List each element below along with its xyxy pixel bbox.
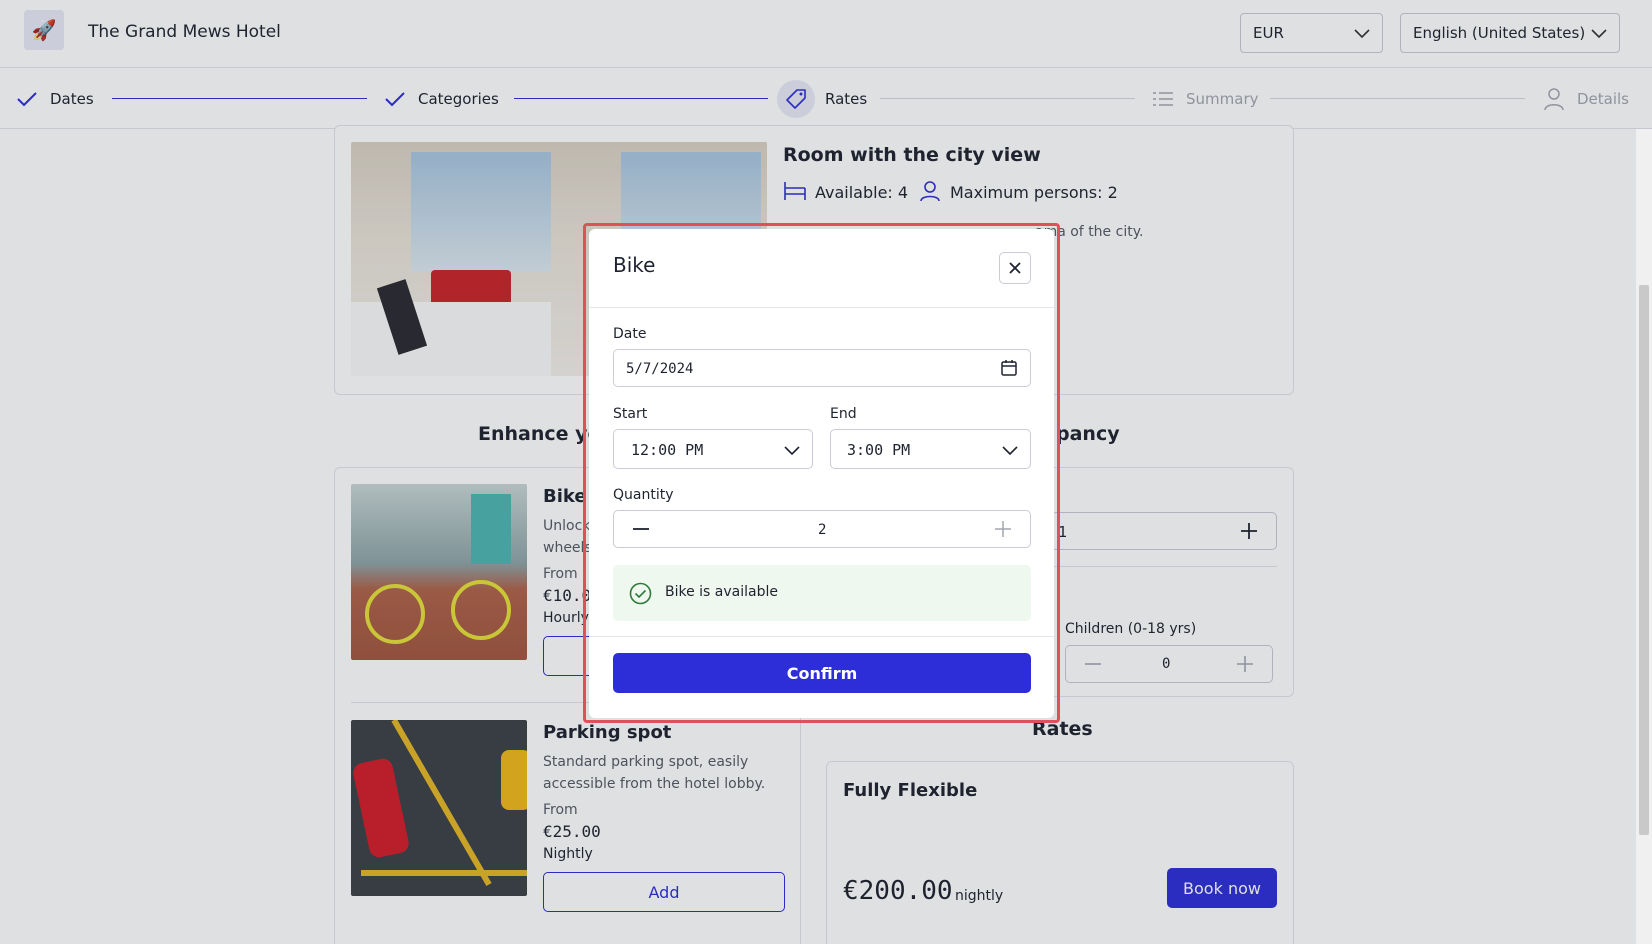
divider	[589, 307, 1054, 308]
close-icon	[1009, 262, 1021, 274]
divider	[589, 636, 1054, 637]
dialog-title: Bike	[613, 253, 656, 277]
chevron-down-icon	[1002, 446, 1018, 456]
date-value: 5/7/2024	[626, 361, 694, 377]
plus-icon[interactable]	[994, 520, 1012, 542]
close-button[interactable]	[999, 252, 1031, 284]
start-value: 12:00 PM	[631, 441, 704, 459]
end-label: End	[830, 406, 857, 422]
availability-text: Bike is available	[665, 584, 778, 600]
scrollbar-thumb[interactable]	[1639, 285, 1649, 835]
quantity-value: 2	[818, 522, 827, 538]
date-label: Date	[613, 326, 647, 342]
minus-icon[interactable]	[632, 520, 650, 542]
start-time-select[interactable]: 12:00 PM	[613, 429, 813, 469]
check-circle-icon	[629, 582, 652, 609]
date-input[interactable]: 5/7/2024	[613, 349, 1031, 387]
quantity-label: Quantity	[613, 487, 674, 503]
start-label: Start	[613, 406, 648, 422]
bike-booking-dialog: Bike Date 5/7/2024 Start 12:00 PM End 3:…	[589, 229, 1054, 718]
confirm-button[interactable]: Confirm	[613, 653, 1031, 693]
end-value: 3:00 PM	[847, 441, 911, 459]
calendar-icon[interactable]	[1000, 359, 1018, 381]
availability-notice: Bike is available	[613, 565, 1031, 621]
quantity-stepper[interactable]: 2	[613, 510, 1031, 548]
chevron-down-icon	[784, 446, 800, 456]
end-time-select[interactable]: 3:00 PM	[830, 429, 1031, 469]
